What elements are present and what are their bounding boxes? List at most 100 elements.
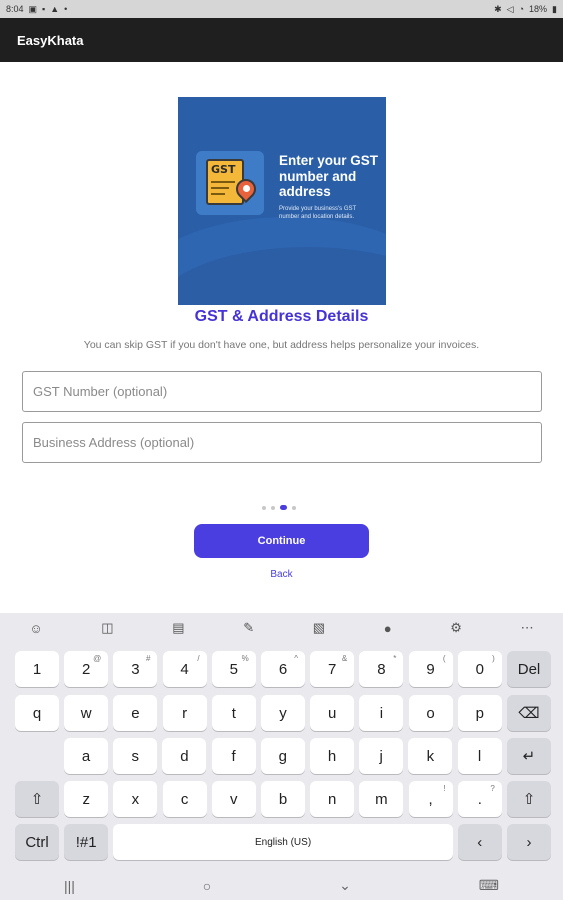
status-bar: 8:04 ▣ ▪ ▲ • ✱ ◁ ◔ 18% ▮ [0, 0, 563, 18]
key-e[interactable]: e [113, 695, 158, 731]
shift-key-right[interactable]: ⇧ [507, 781, 551, 817]
key-z[interactable]: z [64, 781, 109, 817]
key-6-hint: ^ [294, 654, 298, 663]
app-title: EasyKhata [17, 32, 84, 48]
key-8-hint: * [393, 654, 397, 663]
key-4[interactable]: 4/ [162, 651, 207, 687]
key-i[interactable]: i [359, 695, 404, 731]
key-x[interactable]: x [113, 781, 158, 817]
key-u[interactable]: u [310, 695, 355, 731]
key-9[interactable]: 9( [408, 651, 453, 687]
bluetooth-icon: ✱ [494, 3, 502, 14]
delete-key[interactable]: Del [507, 651, 551, 687]
key-3[interactable]: 3 # [113, 651, 158, 687]
key-6[interactable]: 6 ^ [261, 651, 305, 687]
shift-key-left[interactable]: ⇧ [15, 781, 59, 817]
space-key[interactable]: English (US) [113, 824, 453, 860]
key-5-label: 5 [229, 660, 238, 678]
key-t[interactable]: t [211, 695, 256, 731]
key-0-hint: ) [492, 654, 495, 663]
handwriting-icon[interactable]: ✎ [243, 620, 254, 636]
key-r[interactable]: r [162, 695, 207, 731]
key-n-label: n [328, 790, 337, 808]
key-7[interactable]: 7 & [310, 651, 355, 687]
page-subtitle: You can skip GST if you don't have one, … [83, 339, 480, 351]
symbols-key[interactable]: !#1 [64, 824, 109, 860]
back-button[interactable]: ⌄ [339, 877, 351, 894]
key-b-label: b [278, 790, 288, 808]
dot-icon: • [64, 4, 68, 14]
ctrl-key[interactable]: Ctrl [15, 824, 59, 860]
keyboard-switch-button[interactable]: ⌨ [479, 877, 499, 894]
key-h-label: h [327, 747, 337, 765]
key-f[interactable]: f [211, 738, 256, 774]
continue-button[interactable]: Continue [194, 524, 369, 558]
key-o[interactable]: o [408, 695, 453, 731]
step-dot [271, 505, 275, 510]
sticker-icon[interactable]: ◫ [101, 620, 113, 636]
key-d[interactable]: d [162, 738, 207, 774]
key-c[interactable]: c [162, 781, 207, 817]
business-address-input[interactable] [33, 435, 541, 450]
enter-key-label: ↵ [522, 748, 536, 765]
gst-number-field[interactable] [22, 371, 542, 412]
translate-icon[interactable]: ▧ [313, 620, 325, 636]
symbols-key-label: !#1 [75, 833, 97, 851]
key-x-label: x [131, 790, 140, 808]
key-comma[interactable]: ,! [408, 781, 453, 817]
key-8[interactable]: 8 * [359, 651, 404, 687]
business-address-field[interactable] [22, 422, 542, 463]
gif-icon[interactable]: ▤ [172, 620, 184, 636]
key-a-label: a [81, 747, 91, 765]
key-w[interactable]: w [64, 695, 109, 731]
key-2-hint: @ [93, 654, 102, 663]
key-comma-label: , [428, 790, 433, 808]
key-0[interactable]: 0) [457, 651, 502, 687]
on-screen-keyboard: ☺ ◫ ▤ ✎ ▧ ● ⚙ ⋯ 1 2 @3 #4/5% 6 ^ 7 & 8 * 9(0) Del q w… [0, 613, 563, 871]
enter-key[interactable]: ↵ [506, 738, 551, 774]
back-link[interactable]: Back [0, 569, 563, 580]
key-b[interactable]: b [261, 781, 305, 817]
cursor-right-key[interactable]: › [507, 824, 551, 860]
cursor-left-key-label: ‹ [477, 833, 483, 851]
key-a[interactable]: a [64, 738, 108, 774]
key-j-label: j [379, 747, 383, 765]
space-key-label: English (US) [255, 836, 312, 848]
mic-icon[interactable]: ● [384, 621, 392, 636]
document-line [211, 187, 229, 189]
key-l[interactable]: l [457, 738, 502, 774]
gst-banner-image: GST Enter your GST number and address Pr… [178, 97, 386, 305]
key-m[interactable]: m [359, 781, 404, 817]
cursor-left-key[interactable]: ‹ [457, 824, 502, 860]
more-icon[interactable]: ⋯ [521, 620, 534, 636]
recents-button[interactable]: ||| [64, 878, 75, 894]
key-5[interactable]: 5% [211, 651, 256, 687]
status-time: 8:04 [6, 4, 24, 14]
key-s[interactable]: s [113, 738, 158, 774]
banner-headline: Enter your GST number and address [279, 153, 379, 199]
key-f-label: f [231, 747, 236, 765]
key-1[interactable]: 1 [15, 651, 59, 687]
calendar-icon: ▣ [28, 3, 38, 14]
shift-key-left-label: ⇧ [30, 791, 44, 808]
gst-number-input[interactable] [33, 384, 541, 399]
settings-icon[interactable]: ⚙ [450, 620, 462, 636]
key-y[interactable]: y [261, 695, 305, 731]
battery-icon: ▮ [552, 3, 557, 14]
key-n[interactable]: n [310, 781, 355, 817]
step-dot [262, 505, 266, 510]
key-2[interactable]: 2 @ [64, 651, 109, 687]
key-j[interactable]: j [359, 738, 404, 774]
key-q[interactable]: q [15, 695, 59, 731]
key-p[interactable]: p [457, 695, 502, 731]
key-g[interactable]: g [260, 738, 305, 774]
key-l-label: l [477, 747, 482, 765]
backspace-key[interactable]: ⌫ [507, 695, 551, 731]
home-button[interactable]: ○ [203, 878, 211, 894]
emoji-icon[interactable]: ☺ [29, 621, 42, 636]
key-k[interactable]: k [408, 738, 453, 774]
gst-icon-label: GST [211, 163, 236, 176]
key-period[interactable]: .? [457, 781, 502, 817]
key-h[interactable]: h [310, 738, 354, 774]
key-v[interactable]: v [211, 781, 256, 817]
